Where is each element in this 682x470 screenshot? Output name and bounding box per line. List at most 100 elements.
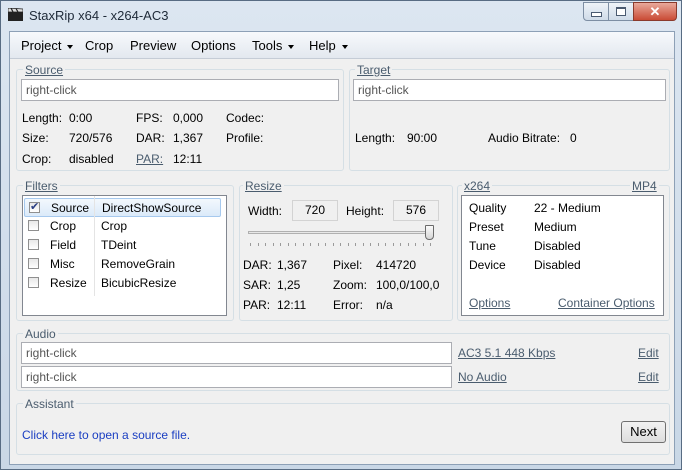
source-par-value: 12:11 xyxy=(173,152,203,166)
encoder-key: Tune xyxy=(469,239,496,253)
filter-row[interactable]: Field TDeint xyxy=(24,236,221,255)
minimize-button[interactable] xyxy=(583,2,609,21)
slider-tick xyxy=(347,243,349,246)
filter-row[interactable]: Resize BicubicResize xyxy=(24,274,221,293)
source-dar-label: DAR: xyxy=(136,131,165,145)
container-options-link[interactable]: Container Options xyxy=(558,296,655,310)
slider-tick xyxy=(295,243,296,246)
filter-name: Crop xyxy=(101,219,128,233)
filter-row[interactable]: Misc RemoveGrain xyxy=(24,255,221,274)
source-group-label[interactable]: Source xyxy=(23,63,66,77)
filter-checkbox[interactable]: ✔ xyxy=(29,201,40,213)
audio-track2-profile-link[interactable]: No Audio xyxy=(458,370,507,384)
source-fps-label: FPS: xyxy=(136,111,163,125)
resize-width-label: Width: xyxy=(248,204,283,218)
filter-name: BicubicResize xyxy=(101,276,177,290)
assistant-message-link[interactable]: Click here to open a source file. xyxy=(22,428,190,442)
resize-slider-thumb[interactable] xyxy=(425,225,434,240)
encoder-options-link[interactable]: Options xyxy=(469,296,510,310)
title-bar[interactable]: StaxRip x64 - x264-AC3 ✕ xyxy=(1,1,681,31)
menu-help[interactable]: Help xyxy=(309,38,348,53)
audio-track1-profile-link[interactable]: AC3 5.1 448 Kbps xyxy=(458,346,555,360)
slider-tick xyxy=(302,243,304,246)
menu-help-label: Help xyxy=(309,38,336,53)
resize-slider-track[interactable] xyxy=(248,231,432,234)
audio-track2-edit-link[interactable]: Edit xyxy=(638,370,659,384)
encoder-value: Disabled xyxy=(534,258,581,272)
slider-tick xyxy=(422,243,424,246)
target-file-input[interactable]: right-click xyxy=(353,79,666,101)
resize-zoom-label: Zoom: xyxy=(333,278,368,292)
menu-project[interactable]: Project xyxy=(21,38,74,53)
menu-tools[interactable]: Tools xyxy=(252,38,295,53)
column-divider xyxy=(94,196,95,296)
source-size-value: 720/576 xyxy=(69,131,113,145)
resize-error-label: Error: xyxy=(333,298,363,312)
window-title: StaxRip x64 - x264-AC3 xyxy=(29,8,169,23)
target-bitrate-value: 0 xyxy=(570,131,577,145)
slider-tick xyxy=(415,243,416,246)
menu-options[interactable]: Options xyxy=(191,38,236,53)
source-profile-label: Profile: xyxy=(226,131,264,145)
menu-preview[interactable]: Preview xyxy=(130,38,176,53)
target-bitrate-label: Audio Bitrate: xyxy=(488,131,561,145)
slider-tick xyxy=(332,243,334,246)
source-crop-label: Crop: xyxy=(22,152,52,166)
resize-par-value: 12:11 xyxy=(277,298,307,312)
resize-width-input[interactable]: 720 xyxy=(292,200,338,221)
resize-pixel-label: Pixel: xyxy=(333,258,363,272)
filter-row[interactable]: ✔ Source DirectShowSource xyxy=(24,198,221,217)
slider-tick xyxy=(317,243,319,246)
close-button[interactable]: ✕ xyxy=(633,2,677,21)
filter-name: TDeint xyxy=(101,238,137,252)
clapperboard-icon xyxy=(8,8,23,21)
audio-track1-input[interactable]: right-click xyxy=(21,342,452,364)
encoder-value: Disabled xyxy=(534,239,581,253)
filter-category: Source xyxy=(51,201,90,215)
main-window: StaxRip x64 - x264-AC3 ✕ Project Crop Pr… xyxy=(0,0,682,470)
filter-checkbox[interactable] xyxy=(28,220,39,231)
slider-tick xyxy=(340,243,341,246)
resize-dar-label: DAR: xyxy=(243,258,272,272)
source-par-link[interactable]: PAR: xyxy=(136,152,163,166)
source-codec-label: Codec: xyxy=(226,111,265,125)
resize-zoom-value: 100,0/100,0 xyxy=(376,278,440,292)
next-button[interactable]: Next xyxy=(621,421,666,443)
maximize-icon xyxy=(609,3,633,20)
filter-category: Misc xyxy=(50,257,75,271)
encoder-value: Medium xyxy=(534,220,577,234)
resize-par-label: PAR: xyxy=(243,298,271,312)
minimize-icon xyxy=(584,3,608,20)
resize-group-label[interactable]: Resize xyxy=(243,179,284,193)
menu-tools-label: Tools xyxy=(252,38,283,53)
filter-row[interactable]: Crop Crop xyxy=(24,217,221,236)
maximize-button[interactable] xyxy=(608,2,634,21)
menu-project-label: Project xyxy=(21,38,62,53)
filter-checkbox[interactable] xyxy=(28,277,39,288)
source-dar-value: 1,367 xyxy=(173,131,204,145)
menu-crop-label: Crop xyxy=(85,38,114,53)
slider-tick xyxy=(257,243,259,246)
resize-height-input[interactable]: 576 xyxy=(393,200,439,221)
slider-tick xyxy=(407,243,409,246)
menu-crop[interactable]: Crop xyxy=(85,38,113,53)
source-crop-value: disabled xyxy=(69,152,114,166)
filters-list[interactable]: ✔ Source DirectShowSource Crop Crop Fiel… xyxy=(22,195,227,316)
container-label[interactable]: MP4 xyxy=(630,179,659,193)
slider-tick xyxy=(430,243,431,246)
encoder-group-label[interactable]: x264 xyxy=(462,179,493,193)
slider-tick xyxy=(287,243,289,246)
check-icon: ✔ xyxy=(30,201,40,213)
assistant-group-label: Assistant xyxy=(23,397,76,411)
filter-checkbox[interactable] xyxy=(28,258,39,269)
source-file-input[interactable]: right-click xyxy=(21,79,339,101)
audio-track1-edit-link[interactable]: Edit xyxy=(638,346,659,360)
target-group-label[interactable]: Target xyxy=(355,63,393,77)
slider-tick xyxy=(272,243,274,246)
encoder-panel[interactable]: Quality 22 - Medium Preset Medium Tune D… xyxy=(461,195,664,316)
filter-checkbox[interactable] xyxy=(28,239,39,250)
filters-group-label[interactable]: Filters xyxy=(23,179,60,193)
menu-preview-label: Preview xyxy=(130,38,177,53)
audio-track2-input[interactable]: right-click xyxy=(21,366,452,388)
encoder-key: Quality xyxy=(469,201,507,215)
